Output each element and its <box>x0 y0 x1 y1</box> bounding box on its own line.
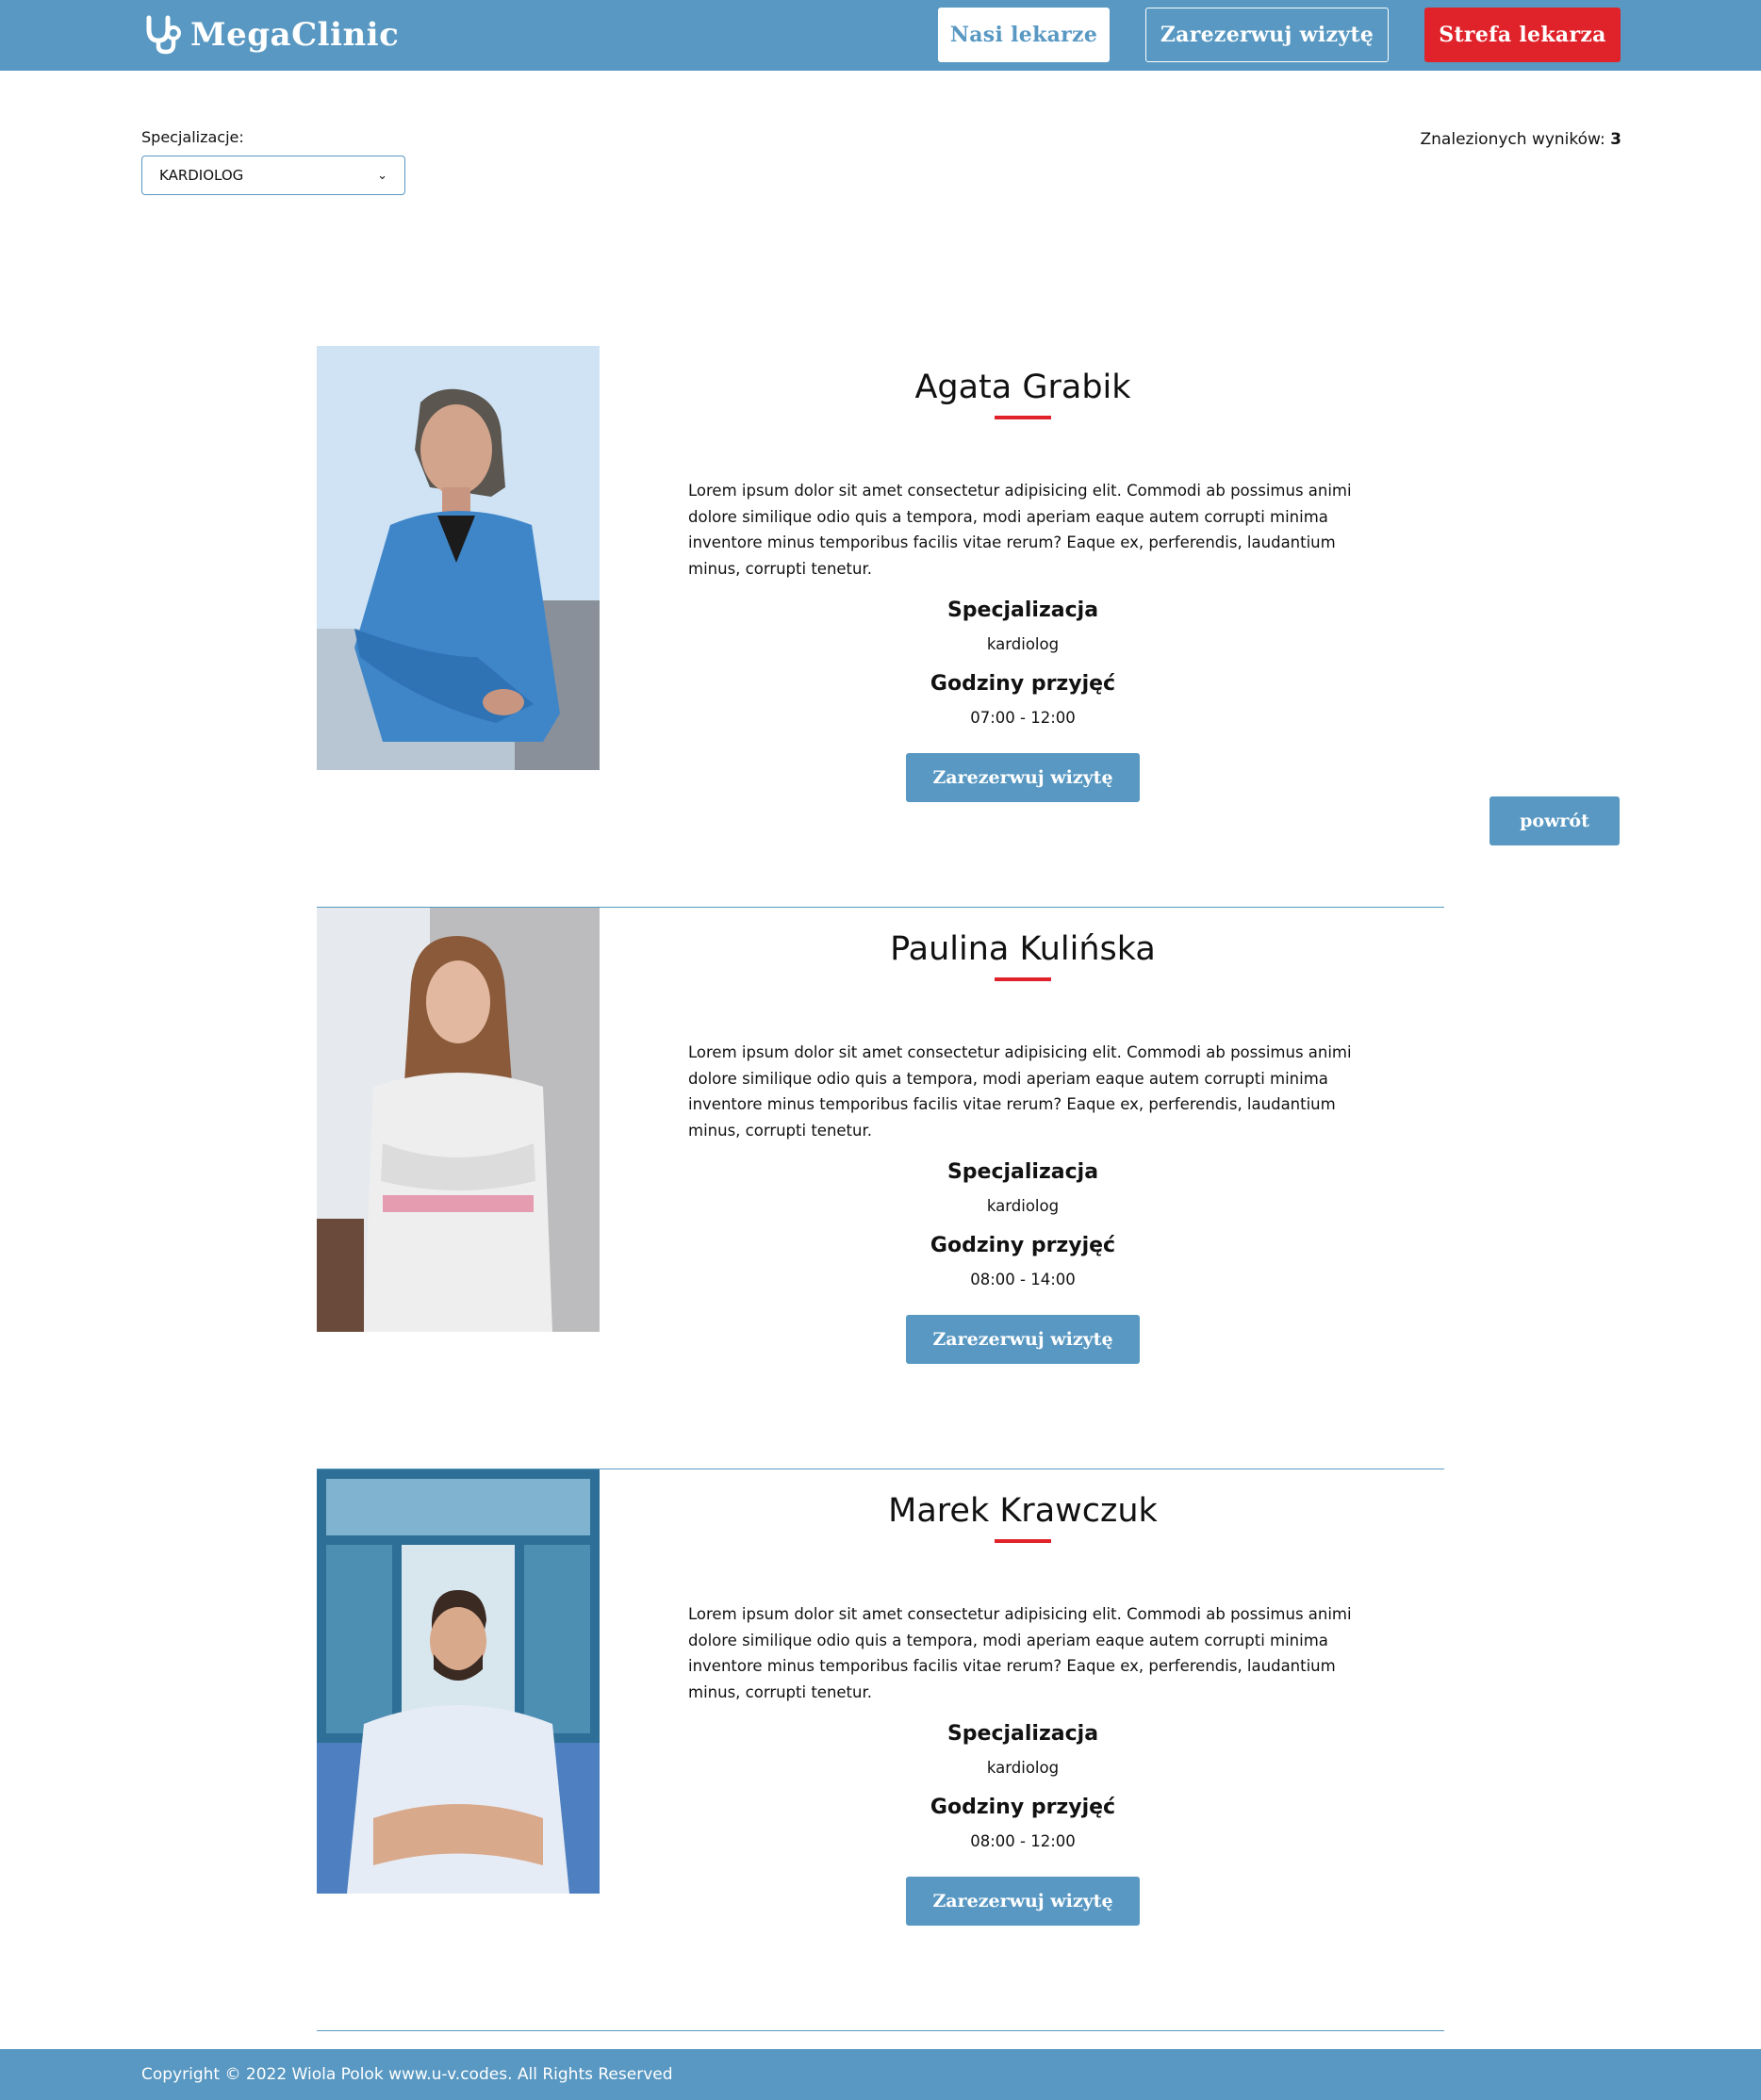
specialization-heading: Specjalizacja <box>946 1160 1099 1184</box>
hours-value: 08:00 - 14:00 <box>970 1271 1076 1288</box>
specialization-select-value: KARDIOLOG <box>159 167 244 184</box>
specialization-value: kardiolog <box>986 1197 1060 1215</box>
results-count: Znalezionych wyników: 3 <box>1421 130 1621 149</box>
specialization-heading: Specjalizacja <box>946 1722 1099 1746</box>
nav-book-visit-button[interactable]: Zarezerwuj wizytę <box>1145 8 1389 62</box>
back-button[interactable]: powrót <box>1489 796 1620 845</box>
results-count-label: Znalezionych wyników: <box>1420 130 1605 149</box>
doctor-info: Marek Krawczuk Lorem ipsum dolor sit ame… <box>688 1469 1358 1926</box>
chevron-down-icon: ⌄ <box>377 168 387 183</box>
nav-doctor-zone-button[interactable]: Strefa lekarza <box>1424 8 1621 62</box>
doctor-description: Lorem ipsum dolor sit amet consectetur a… <box>688 482 1352 578</box>
name-underline <box>995 1539 1051 1543</box>
hours-value: 08:00 - 12:00 <box>970 1832 1076 1850</box>
doctor-card: Paulina Kulińska Lorem ipsum dolor sit a… <box>317 908 1444 1469</box>
doctor-description: Lorem ipsum dolor sit amet consectetur a… <box>688 1043 1352 1140</box>
doctor-description: Lorem ipsum dolor sit amet consectetur a… <box>688 1605 1352 1701</box>
hours-heading: Godziny przyjęć <box>930 1796 1116 1819</box>
footer: Copyright © 2022 Wiola Polok www.u-v.cod… <box>0 2049 1761 2100</box>
hours-value: 07:00 - 12:00 <box>970 709 1076 727</box>
doctor-info: Agata Grabik Lorem ipsum dolor sit amet … <box>688 346 1358 802</box>
name-underline <box>995 977 1051 981</box>
specialization-heading: Specjalizacja <box>946 599 1099 622</box>
book-visit-button[interactable]: Zarezerwuj wizytę <box>906 1877 1140 1926</box>
doctor-info: Paulina Kulińska Lorem ipsum dolor sit a… <box>688 908 1358 1364</box>
results-count-value: 3 <box>1610 130 1621 149</box>
specialization-select[interactable]: KARDIOLOG ⌄ <box>141 156 405 195</box>
logo-text: MegaClinic <box>190 16 400 54</box>
specialization-value: kardiolog <box>986 635 1060 653</box>
doctor-photo <box>317 908 600 1332</box>
doctor-name: Agata Grabik <box>914 369 1131 406</box>
doctor-photo <box>317 346 600 770</box>
specialization-value: kardiolog <box>986 1759 1060 1777</box>
specialization-filter-label: Specjalizacje: <box>141 128 244 146</box>
doctor-card: Agata Grabik Lorem ipsum dolor sit amet … <box>317 346 1444 908</box>
hours-heading: Godziny przyjęć <box>930 672 1116 696</box>
book-visit-button[interactable]: Zarezerwuj wizytę <box>906 753 1140 802</box>
nav-our-doctors-button[interactable]: Nasi lekarze <box>938 8 1110 62</box>
logo[interactable]: MegaClinic <box>141 13 399 57</box>
top-navbar: MegaClinic Nasi lekarze Zarezerwuj wizyt… <box>0 0 1761 71</box>
hours-heading: Godziny przyjęć <box>930 1234 1116 1257</box>
doctor-photo <box>317 1469 600 1894</box>
doctor-card: Marek Krawczuk Lorem ipsum dolor sit ame… <box>317 1469 1444 2031</box>
doctor-name: Marek Krawczuk <box>888 1492 1158 1530</box>
stethoscope-icon <box>146 15 181 55</box>
book-visit-button[interactable]: Zarezerwuj wizytę <box>906 1315 1140 1364</box>
footer-copyright: Copyright © 2022 Wiola Polok www.u-v.cod… <box>141 2065 673 2084</box>
doctor-name: Paulina Kulińska <box>890 930 1156 968</box>
name-underline <box>995 416 1051 419</box>
